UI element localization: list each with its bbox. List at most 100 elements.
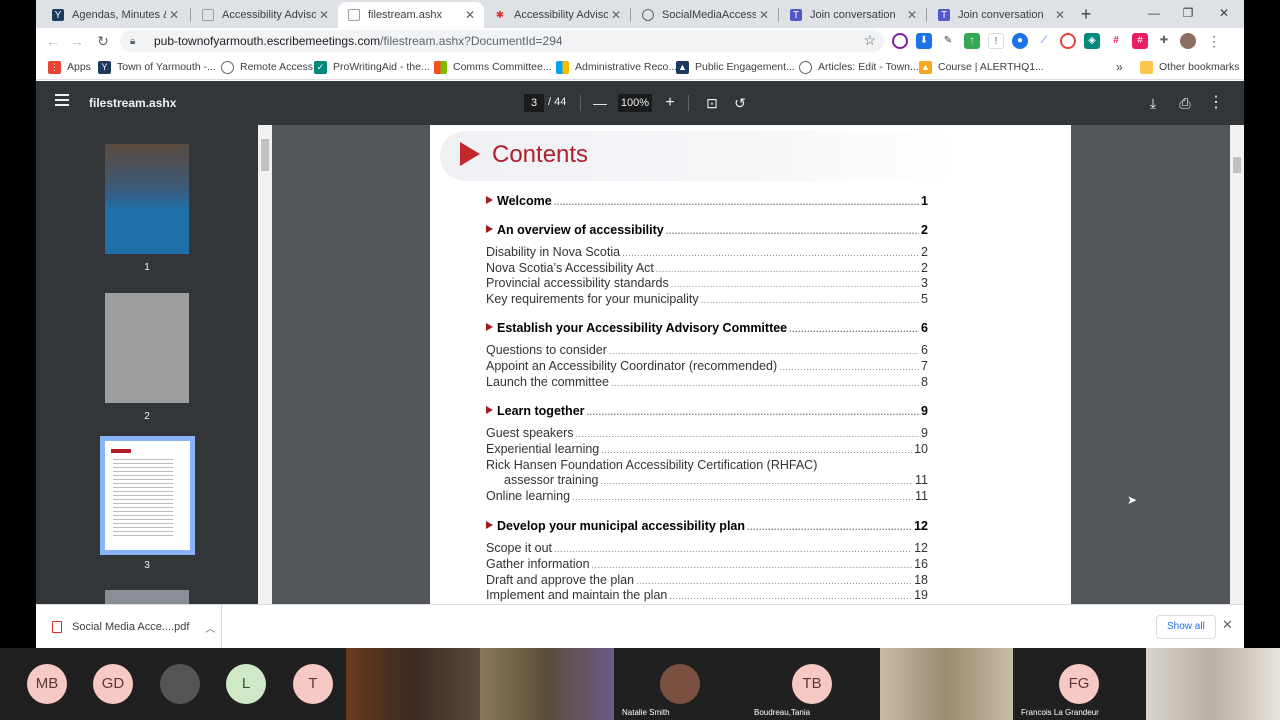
- zoom-level-input[interactable]: 100%: [618, 94, 652, 112]
- close-icon[interactable]: ✕: [608, 7, 624, 23]
- hashtag-icon[interactable]: #: [1132, 33, 1148, 49]
- toc-entry[interactable]: Experiential learning 10: [486, 442, 928, 456]
- close-icon[interactable]: ✕: [1052, 7, 1068, 23]
- tab-accessibility-committee-2[interactable]: ✱ Accessibility Advisory Committee ✕: [484, 2, 630, 28]
- toc-entry[interactable]: assessor training 11: [504, 473, 928, 487]
- bookmark-remote-access[interactable]: Remote Access: [221, 59, 313, 75]
- tab-accessibility-committee-1[interactable]: Accessibility Advisory Committee ✕: [192, 2, 338, 28]
- extension-icon[interactable]: ●: [1012, 33, 1028, 49]
- forward-button[interactable]: →: [68, 32, 86, 50]
- extension-icon[interactable]: [892, 33, 908, 49]
- tab-agendas[interactable]: Y Agendas, Minutes & Livestream ✕: [42, 2, 188, 28]
- bookmark-town[interactable]: Y Town of Yarmouth -...: [98, 59, 216, 75]
- chevron-up-icon[interactable]: ︿: [205, 620, 215, 635]
- maximize-button[interactable]: ❐: [1176, 4, 1200, 22]
- bookmarks-overflow-button[interactable]: »: [1116, 59, 1123, 75]
- download-extension-icon[interactable]: ⬇: [916, 33, 932, 49]
- page-thumbnail-2[interactable]: [105, 293, 189, 403]
- toc-entry[interactable]: Scope it out 12: [486, 541, 928, 555]
- print-icon[interactable]: ⎙: [1175, 93, 1195, 113]
- toc-entry[interactable]: Questions to consider 6: [486, 343, 928, 357]
- participant-tile[interactable]: T: [280, 648, 346, 720]
- close-icon[interactable]: ✕: [904, 7, 920, 23]
- show-all-button[interactable]: Show all: [1156, 615, 1216, 639]
- close-icon[interactable]: ✕: [1222, 617, 1233, 633]
- participant-tile[interactable]: L: [213, 648, 280, 720]
- extension-icon[interactable]: !: [988, 33, 1004, 49]
- toc-section[interactable]: Develop your municipal accessibility pla…: [486, 519, 928, 533]
- fit-page-icon[interactable]: ⊡: [702, 93, 722, 113]
- tab-join-conversation-1[interactable]: T Join conversation ✕: [780, 2, 926, 28]
- participant-tile[interactable]: [146, 648, 213, 720]
- minimize-button[interactable]: —: [1142, 4, 1166, 22]
- participant-tile[interactable]: FG Francois La Grandeur: [1013, 648, 1146, 720]
- eyedropper-icon[interactable]: ✎: [940, 33, 956, 49]
- bookmark-apps[interactable]: ⋮ Apps: [48, 59, 91, 75]
- participant-video[interactable]: [480, 648, 614, 720]
- participant-video[interactable]: [1146, 648, 1280, 720]
- toc-entry[interactable]: Launch the committee 8: [486, 375, 928, 389]
- toc-entry[interactable]: Provincial accessibility standards 3: [486, 276, 928, 290]
- participant-video[interactable]: [346, 648, 480, 720]
- close-icon[interactable]: ✕: [166, 7, 182, 23]
- participant-tile[interactable]: TB Boudreau,Tania: [746, 648, 880, 720]
- toc-section[interactable]: Learn together 9: [486, 404, 928, 418]
- bookmark-public-engagement[interactable]: ▲ Public Engagement...: [676, 59, 795, 75]
- extension-icon[interactable]: ◈: [1084, 33, 1100, 49]
- toc-entry[interactable]: Draft and approve the plan 18: [486, 573, 928, 587]
- zoom-out-button[interactable]: —: [590, 93, 610, 113]
- hashtag-icon[interactable]: #: [1108, 33, 1124, 49]
- toc-entry[interactable]: Disability in Nova Scotia 2: [486, 245, 928, 259]
- toc-entry[interactable]: Guest speakers 9: [486, 426, 928, 440]
- participant-tile[interactable]: Natalie Smith: [614, 648, 746, 720]
- back-button[interactable]: ←: [44, 32, 62, 50]
- toc-entry[interactable]: Implement and maintain the plan 19: [486, 588, 928, 602]
- extension-icon[interactable]: ⟋: [1036, 33, 1052, 49]
- download-icon[interactable]: ⤓: [1143, 93, 1163, 113]
- participant-video[interactable]: [880, 648, 1013, 720]
- record-icon[interactable]: [1060, 33, 1076, 49]
- reload-button[interactable]: ↻: [94, 32, 112, 50]
- bookmark-prowritingaid[interactable]: ✓ ProWritingAid - the...: [314, 59, 430, 75]
- bookmark-administrative[interactable]: Administrative Reco...: [556, 59, 677, 75]
- other-bookmarks[interactable]: Other bookmarks: [1140, 59, 1240, 75]
- toc-section[interactable]: An overview of accessibility 2: [486, 223, 928, 237]
- extensions-puzzle-icon[interactable]: ✚: [1156, 33, 1172, 49]
- more-options-icon[interactable]: ⋮: [1206, 93, 1226, 113]
- toc-entry[interactable]: Appoint an Accessibility Coordinator (re…: [486, 359, 928, 373]
- close-icon[interactable]: ✕: [756, 7, 772, 23]
- tab-filestream[interactable]: filestream.ashx ✕: [338, 2, 484, 28]
- sidebar-scrollbar[interactable]: [258, 125, 272, 605]
- bookmark-star-icon[interactable]: ☆: [863, 32, 876, 49]
- toc-entry[interactable]: Nova Scotia’s Accessibility Act 2: [486, 261, 928, 275]
- participant-tile[interactable]: MB: [0, 648, 80, 720]
- bookmark-articles[interactable]: Articles: Edit - Town...: [799, 59, 919, 75]
- tab-join-conversation-2[interactable]: T Join conversation ✕: [928, 2, 1074, 28]
- page-number-input[interactable]: 3: [524, 94, 544, 112]
- download-item[interactable]: Social Media Acce....pdf ︿: [36, 605, 222, 648]
- bookmark-course[interactable]: ▲ Course | ALERTHQ1...: [919, 59, 1044, 75]
- close-icon[interactable]: ✕: [462, 7, 478, 23]
- menu-icon[interactable]: ⋮: [1206, 33, 1222, 49]
- toc-section[interactable]: Establish your Accessibility Advisory Co…: [486, 321, 928, 335]
- page-thumbnail-3-selected[interactable]: [100, 436, 195, 555]
- new-tab-button[interactable]: +: [1076, 4, 1096, 24]
- profile-avatar[interactable]: [1180, 33, 1196, 49]
- close-icon[interactable]: ✕: [316, 7, 332, 23]
- toc-entry[interactable]: Key requirements for your municipality 5: [486, 292, 928, 306]
- document-scrollbar[interactable]: [1230, 125, 1244, 605]
- address-bar[interactable]: 🔒︎ pub-townofyarmouth.escribemeetings.co…: [120, 30, 884, 52]
- toc-section[interactable]: Welcome 1: [486, 194, 928, 208]
- participant-tile[interactable]: GD: [80, 648, 146, 720]
- close-window-button[interactable]: ✕: [1212, 4, 1236, 22]
- bookmark-comms-committee[interactable]: Comms Committee...: [434, 59, 552, 75]
- page-thumbnail-1[interactable]: [105, 144, 189, 254]
- menu-icon[interactable]: [55, 94, 69, 112]
- toc-entry[interactable]: Gather information 16: [486, 557, 928, 571]
- extension-icon[interactable]: ↑: [964, 33, 980, 49]
- tab-social-media[interactable]: SocialMediaAccessibility ✕: [632, 2, 778, 28]
- toc-entry[interactable]: Online learning 11: [486, 489, 928, 503]
- zoom-in-button[interactable]: +: [660, 93, 680, 113]
- toc-entry[interactable]: Rick Hansen Foundation Accessibility Cer…: [486, 458, 928, 472]
- rotate-icon[interactable]: ↺: [730, 93, 750, 113]
